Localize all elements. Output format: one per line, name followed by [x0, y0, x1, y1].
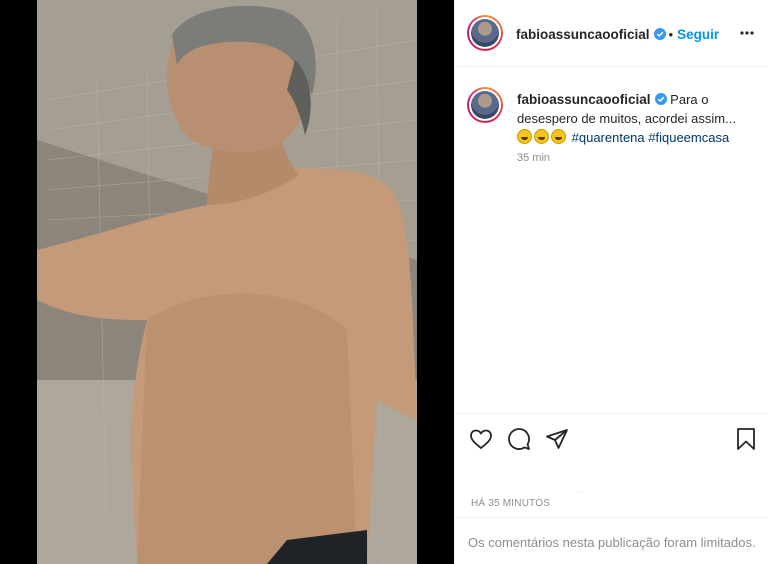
grinning-face-emoji-icon — [534, 129, 549, 144]
comment-icon[interactable] — [507, 427, 531, 451]
post-header: fabioassuncaooficial • Seguir — [455, 0, 768, 67]
post-media-area — [0, 0, 454, 564]
post-date[interactable]: HÁ 35 MINUTOS — [471, 498, 550, 509]
share-icon[interactable] — [545, 427, 569, 451]
header-user-line: fabioassuncaooficial • Seguir — [516, 26, 719, 44]
grinning-face-emoji-icon — [551, 129, 566, 144]
decorative-dot: · — [580, 487, 583, 497]
post-photo-drawing — [37, 0, 417, 564]
post-side-panel: fabioassuncaooficial • Seguir fabioassunca… — [454, 0, 768, 564]
verified-badge-icon — [653, 28, 666, 40]
follow-button[interactable]: Seguir — [677, 27, 719, 42]
hashtag-link[interactable]: #quarentena — [572, 130, 645, 145]
instagram-post-view: fabioassuncaooficial • Seguir fabioassunca… — [0, 0, 768, 564]
post-actions-bar — [455, 413, 768, 461]
caption-text: fabioassuncaooficial Para o desespero de… — [517, 90, 757, 147]
more-options-icon[interactable] — [739, 25, 755, 41]
post-photo[interactable] — [37, 0, 417, 564]
hashtag-link[interactable]: #fiqueemcasa — [648, 130, 729, 145]
caption-section: fabioassuncaooficial Para o desespero de… — [455, 68, 768, 413]
caption-author-avatar[interactable] — [467, 87, 503, 123]
comments-limited-notice: Os comentários nesta publicação foram li… — [455, 517, 768, 564]
author-avatar[interactable] — [467, 15, 503, 51]
caption-username[interactable]: fabioassuncaooficial — [517, 92, 651, 107]
author-username[interactable]: fabioassuncaooficial — [516, 27, 650, 42]
comments-limited-text: Os comentários nesta publicação foram li… — [468, 535, 756, 550]
caption-timestamp[interactable]: 35 min — [517, 152, 550, 164]
bookmark-icon[interactable] — [734, 427, 758, 451]
verified-badge-icon — [654, 93, 667, 105]
separator-dot: • — [668, 27, 674, 42]
heart-icon[interactable] — [469, 427, 493, 451]
grinning-face-emoji-icon — [517, 129, 532, 144]
